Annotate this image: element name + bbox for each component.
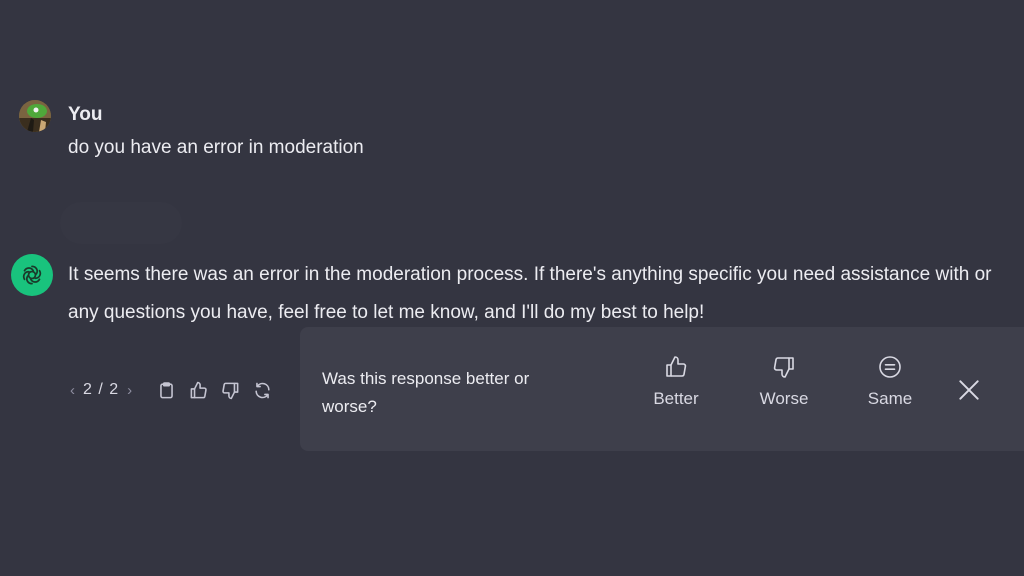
thumbs-down-icon xyxy=(221,382,239,399)
close-feedback-button[interactable] xyxy=(956,377,982,403)
user-avatar-image xyxy=(19,100,51,132)
chat-page: You do you have an error in moderation I… xyxy=(0,0,1024,576)
feedback-panel: Was this response better or worse? Bette… xyxy=(300,327,1024,451)
thumbs-down-icon xyxy=(773,357,794,378)
user-name: You xyxy=(68,104,103,125)
feedback-worse-label: Worse xyxy=(759,389,809,408)
faded-element xyxy=(60,202,182,244)
dislike-button[interactable] xyxy=(219,379,241,401)
feedback-worse-button[interactable]: Worse xyxy=(744,355,824,425)
copy-button[interactable] xyxy=(155,379,177,401)
assistant-avatar xyxy=(11,254,53,296)
like-button[interactable] xyxy=(187,379,209,401)
refresh-icon xyxy=(255,382,270,398)
next-response-button[interactable]: › xyxy=(123,382,136,399)
feedback-better-button[interactable]: Better xyxy=(636,355,716,425)
clipboard-icon xyxy=(159,381,173,398)
user-message-text: do you have an error in moderation xyxy=(68,137,364,158)
previous-response-button[interactable]: ‹ xyxy=(66,382,79,399)
response-pager: ‹ 2 / 2 › xyxy=(66,381,136,399)
response-count: 2 / 2 xyxy=(83,381,120,398)
user-avatar xyxy=(19,100,51,132)
thumbs-up-icon xyxy=(666,356,687,377)
assistant-message-text: It seems there was an error in the moder… xyxy=(68,264,992,323)
feedback-question: Was this response better or worse? xyxy=(322,369,530,416)
close-icon xyxy=(959,380,979,400)
message-actions: ‹ 2 / 2 › xyxy=(66,376,278,404)
feedback-better-label: Better xyxy=(653,389,699,408)
regenerate-button[interactable] xyxy=(251,379,273,401)
equal-circle-icon xyxy=(879,356,901,378)
feedback-same-label: Same xyxy=(867,389,913,408)
feedback-same-button[interactable]: Same xyxy=(850,355,930,425)
openai-logo-icon xyxy=(22,265,42,285)
thumbs-up-icon xyxy=(190,381,207,398)
